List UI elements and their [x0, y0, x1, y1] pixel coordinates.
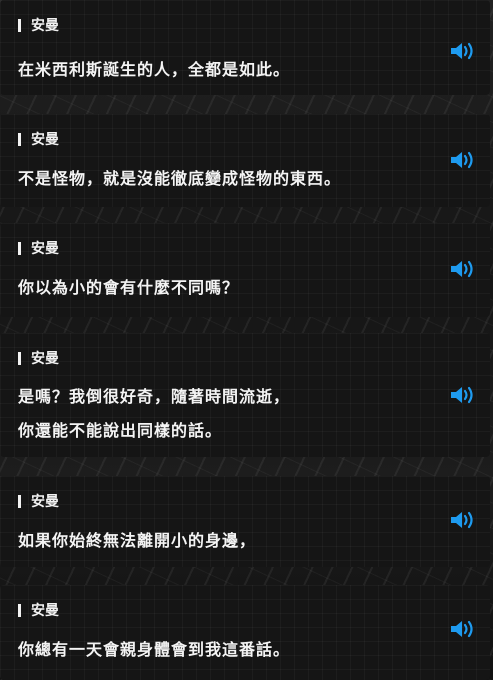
speaker-volume-icon	[451, 620, 473, 638]
speaker-volume-icon	[451, 260, 473, 278]
dialogue-text: 你以為小的會有什麼不同嗎？	[18, 278, 240, 297]
speaker-volume-icon	[451, 386, 473, 404]
speaker-label: 安曼	[31, 241, 59, 257]
speaker-name: 安曼	[18, 491, 59, 511]
speaker-volume-icon	[451, 151, 473, 169]
speaker-label: 安曼	[31, 18, 59, 34]
dialogue-card: 安曼 你以為小的會有什麼不同嗎？	[0, 223, 490, 317]
speaker-marker	[18, 351, 21, 365]
speaker-marker	[18, 241, 21, 255]
speaker-label: 安曼	[31, 351, 59, 367]
speaker-marker	[18, 18, 21, 32]
dialogue-card: 安曼 你總有一天會親身體會到我這番話。	[0, 585, 490, 680]
speaker-label: 安曼	[31, 603, 59, 619]
play-voice-button[interactable]	[449, 384, 479, 406]
speaker-name: 安曼	[18, 238, 59, 258]
dialogue-card: 安曼 在米西利斯誕生的人，全都是如此。	[0, 0, 490, 95]
dialogue-text: 在米西利斯誕生的人，全都是如此。	[18, 60, 291, 79]
dialogue-text: 你總有一天會親身體會到我這番話。	[18, 640, 291, 659]
speaker-name: 安曼	[18, 600, 59, 620]
speaker-marker	[18, 603, 21, 617]
dialogue-text-line-1: 是嗎？我倒很好奇，隨著時間流逝，	[18, 387, 291, 406]
speaker-name: 安曼	[18, 129, 59, 149]
speaker-label: 安曼	[31, 494, 59, 510]
dialogue-card: 安曼 不是怪物，就是沒能徹底變成怪物的東西。	[0, 114, 490, 207]
dialogue-text: 如果你始終無法離開小的身邊，	[18, 531, 257, 550]
dialogue-card: 安曼 是嗎？我倒很好奇，隨著時間流逝， 你還能不能說出同樣的話。	[0, 333, 490, 457]
speaker-marker	[18, 132, 21, 146]
dialogue-text: 不是怪物，就是沒能徹底變成怪物的東西。	[18, 169, 342, 188]
speaker-label: 安曼	[31, 132, 59, 148]
speaker-volume-icon	[451, 511, 473, 529]
speaker-name: 安曼	[18, 15, 59, 35]
play-voice-button[interactable]	[449, 509, 479, 531]
play-voice-button[interactable]	[449, 618, 479, 640]
speaker-volume-icon	[451, 42, 473, 60]
dialogue-card: 安曼 如果你始終無法離開小的身邊，	[0, 476, 490, 567]
play-voice-button[interactable]	[449, 40, 479, 62]
play-voice-button[interactable]	[449, 149, 479, 171]
dialogue-text-line-2: 你還能不能說出同樣的話。	[18, 421, 223, 440]
speaker-marker	[18, 494, 21, 508]
play-voice-button[interactable]	[449, 258, 479, 280]
speaker-name: 安曼	[18, 348, 59, 368]
